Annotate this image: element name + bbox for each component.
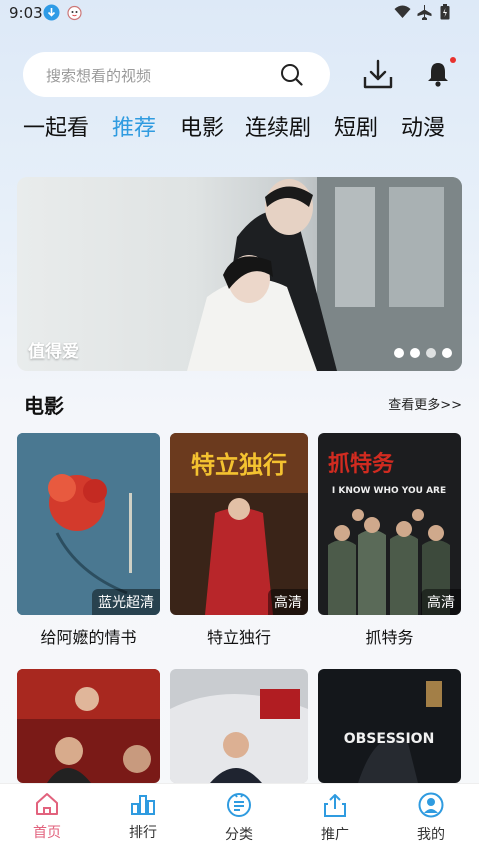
battery-icon bbox=[440, 4, 450, 24]
tabbar-label: 首页 bbox=[33, 825, 61, 841]
carousel-dot[interactable] bbox=[410, 348, 420, 358]
movie-poster[interactable]: 蓝光超清 bbox=[17, 433, 160, 615]
movie-poster[interactable]: 抓特务 I KNOW WHO YOU ARE 高清 bbox=[318, 433, 461, 615]
download-notification-icon bbox=[43, 4, 60, 25]
section-title: 电影 bbox=[24, 394, 64, 418]
carousel-dot[interactable] bbox=[426, 348, 436, 358]
poster-text: I KNOW WHO YOU ARE bbox=[332, 486, 446, 496]
carousel-indicator bbox=[394, 348, 452, 358]
status-bar: 9:03 bbox=[0, 0, 479, 28]
tab-series[interactable]: 连续剧 bbox=[245, 110, 311, 142]
status-time: 9:03 bbox=[9, 4, 43, 22]
movie-poster[interactable] bbox=[170, 669, 308, 783]
category-icon bbox=[227, 793, 251, 817]
tabbar-home[interactable]: 首页 bbox=[17, 792, 77, 842]
quality-badge: 高清 bbox=[268, 589, 308, 615]
tabbar-label: 我的 bbox=[417, 827, 445, 843]
tabbar-label: 推广 bbox=[321, 827, 349, 843]
banner-title: 值得爱 bbox=[28, 342, 79, 362]
poster-image bbox=[17, 669, 160, 783]
tabbar-ranking[interactable]: 排行 bbox=[113, 792, 173, 842]
wifi-icon bbox=[394, 4, 411, 24]
tabbar-label: 分类 bbox=[225, 827, 253, 843]
tabbar-profile[interactable]: 我的 bbox=[401, 792, 461, 844]
poster-image: OBSESSION bbox=[318, 669, 461, 783]
movie-poster[interactable]: 特立独行 高清 bbox=[170, 433, 308, 615]
movie-poster[interactable] bbox=[17, 669, 160, 783]
ranking-icon bbox=[131, 795, 155, 815]
poster-text: OBSESSION bbox=[344, 731, 435, 747]
quality-badge: 高清 bbox=[421, 589, 461, 615]
tabbar-label: 排行 bbox=[129, 825, 157, 841]
home-icon bbox=[36, 793, 58, 815]
search-icon[interactable] bbox=[280, 63, 303, 90]
poster-text: 特立独行 bbox=[191, 451, 287, 479]
notification-bell-icon[interactable] bbox=[427, 61, 449, 91]
tab-anime[interactable]: 动漫 bbox=[401, 110, 445, 142]
tabbar-category[interactable]: 分类 bbox=[209, 792, 269, 844]
tab-watch-together[interactable]: 一起看 bbox=[23, 110, 89, 142]
poster-image: 抓特务 I KNOW WHO YOU ARE bbox=[318, 433, 461, 615]
carousel-dot[interactable] bbox=[442, 348, 452, 358]
tab-movies[interactable]: 电影 bbox=[180, 110, 224, 142]
search-input[interactable]: 搜索想看的视频 bbox=[46, 65, 151, 86]
movie-title[interactable]: 特立独行 bbox=[170, 624, 308, 648]
banner-carousel[interactable]: 值得爱 bbox=[17, 177, 462, 371]
search-bar[interactable]: 搜索想看的视频 bbox=[23, 52, 330, 97]
movie-title[interactable]: 给阿嬷的情书 bbox=[17, 624, 160, 648]
tab-short-drama[interactable]: 短剧 bbox=[334, 110, 378, 142]
quality-badge: 蓝光超清 bbox=[92, 589, 160, 615]
tab-recommended[interactable]: 推荐 bbox=[112, 110, 156, 142]
movie-title[interactable]: 抓特务 bbox=[318, 624, 461, 648]
share-icon bbox=[324, 794, 346, 817]
profile-icon bbox=[418, 792, 444, 818]
bottom-tab-bar: 首页 排行 分类 推广 我的 bbox=[0, 783, 479, 852]
app-notification-icon bbox=[66, 4, 83, 25]
banner-image bbox=[187, 177, 462, 371]
poster-image bbox=[170, 669, 308, 783]
poster-image: 特立独行 bbox=[170, 433, 308, 615]
carousel-dot[interactable] bbox=[394, 348, 404, 358]
movie-poster[interactable]: OBSESSION bbox=[318, 669, 461, 783]
airplane-icon bbox=[417, 4, 432, 24]
see-more-link[interactable]: 查看更多>> bbox=[388, 394, 462, 413]
poster-text: 抓特务 bbox=[328, 451, 395, 477]
download-icon[interactable] bbox=[362, 58, 394, 94]
poster-image bbox=[17, 433, 160, 615]
notification-dot bbox=[450, 57, 456, 63]
tabbar-promote[interactable]: 推广 bbox=[305, 792, 365, 844]
